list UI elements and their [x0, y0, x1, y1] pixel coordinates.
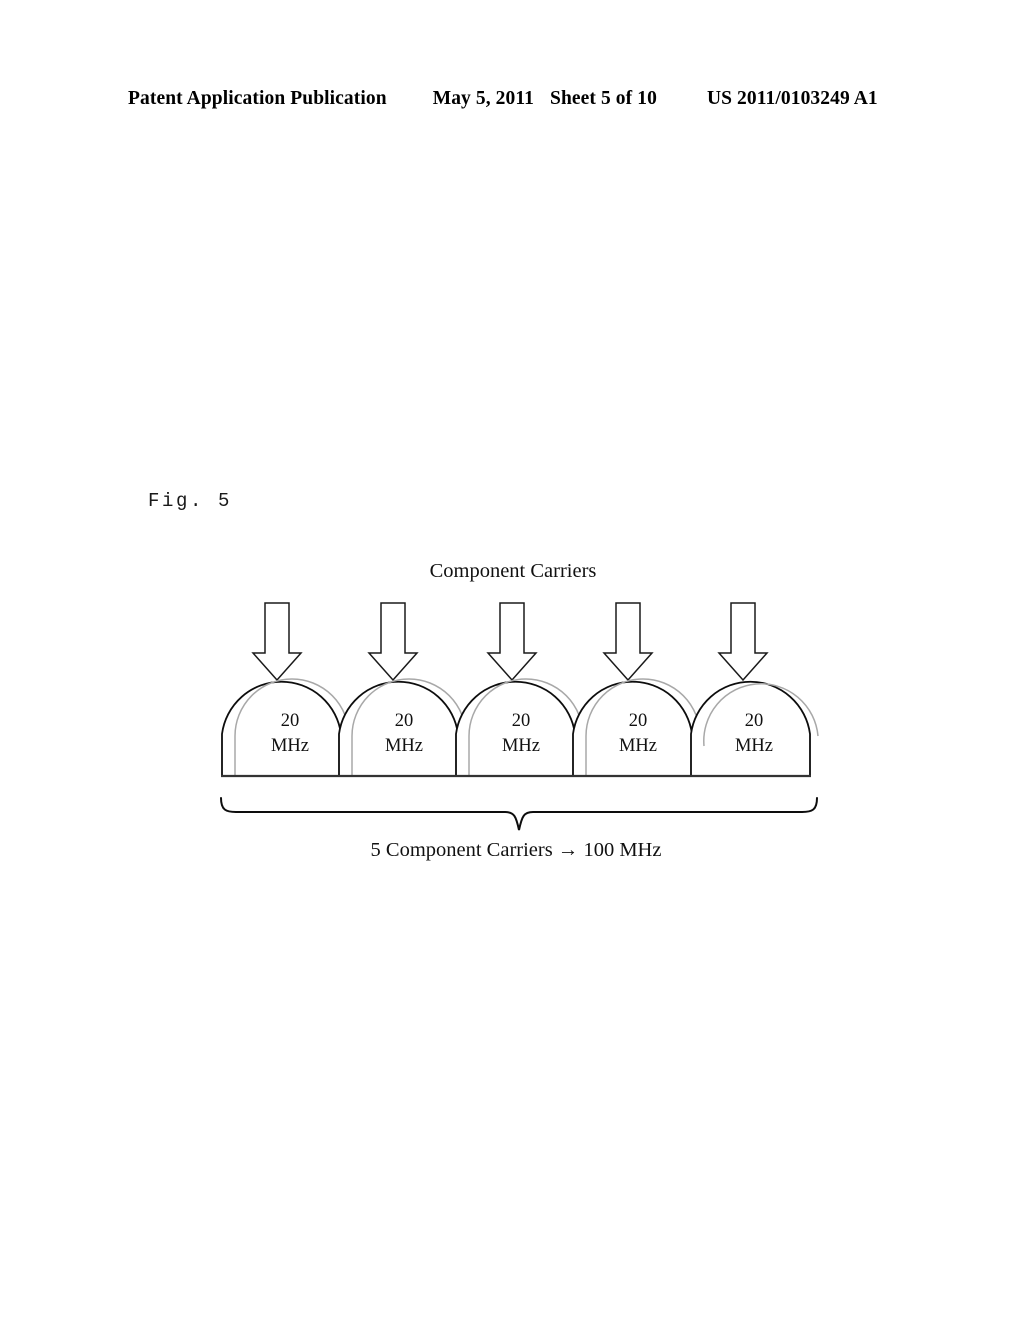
carrier-dome-5-value: 20 [745, 711, 764, 731]
diagram-caption: 5 Component Carriers → 100 MHz [371, 839, 662, 861]
header-patent-number: US 2011/0103249 A1 [706, 88, 878, 109]
figure-label: Fig. 5 [148, 490, 233, 512]
carrier-dome-2-value: 20 [395, 711, 414, 731]
carrier-dome-1: 20 MHz [221, 678, 350, 777]
header-publication-date: May 5, 2011 [432, 88, 535, 109]
carrier-dome-5: 20 MHz [690, 680, 819, 777]
carrier-dome-2: 20 MHz [338, 678, 467, 777]
carrier-dome-4-unit: MHz [619, 736, 657, 756]
span-brace [220, 797, 818, 831]
diagram-title: Component Carriers [430, 560, 597, 582]
carrier-dome-2-unit: MHz [385, 736, 423, 756]
carrier-dome-3-unit: MHz [502, 736, 540, 756]
carrier-dome-4-value: 20 [629, 711, 648, 731]
carrier-dome-3-value: 20 [512, 711, 531, 731]
arrow-group [251, 602, 769, 682]
down-arrow-3 [486, 602, 538, 682]
header-publication-label: Patent Application Publication [128, 88, 387, 109]
component-carriers-svg: Component Carriers 20 MHz 20 MHz 20 MHz … [220, 560, 819, 861]
down-arrow-2 [367, 602, 419, 682]
figure-diagram: Component Carriers 20 MHz 20 MHz 20 MHz … [0, 540, 1024, 880]
down-arrow-5 [717, 602, 769, 682]
down-arrow-1 [251, 602, 303, 682]
down-arrow-4 [602, 602, 654, 682]
carrier-dome-1-unit: MHz [271, 736, 309, 756]
carrier-domes: 20 MHz 20 MHz 20 MHz 20 MHz 20 MHz [221, 678, 819, 778]
carrier-dome-4: 20 MHz [572, 678, 701, 777]
carrier-dome-3: 20 MHz [455, 678, 584, 777]
patent-page-header: Patent Application Publication May 5, 20… [128, 88, 896, 114]
carrier-dome-1-value: 20 [281, 711, 300, 731]
header-sheet-number: Sheet 5 of 10 [550, 88, 657, 109]
carrier-dome-5-unit: MHz [735, 736, 773, 756]
